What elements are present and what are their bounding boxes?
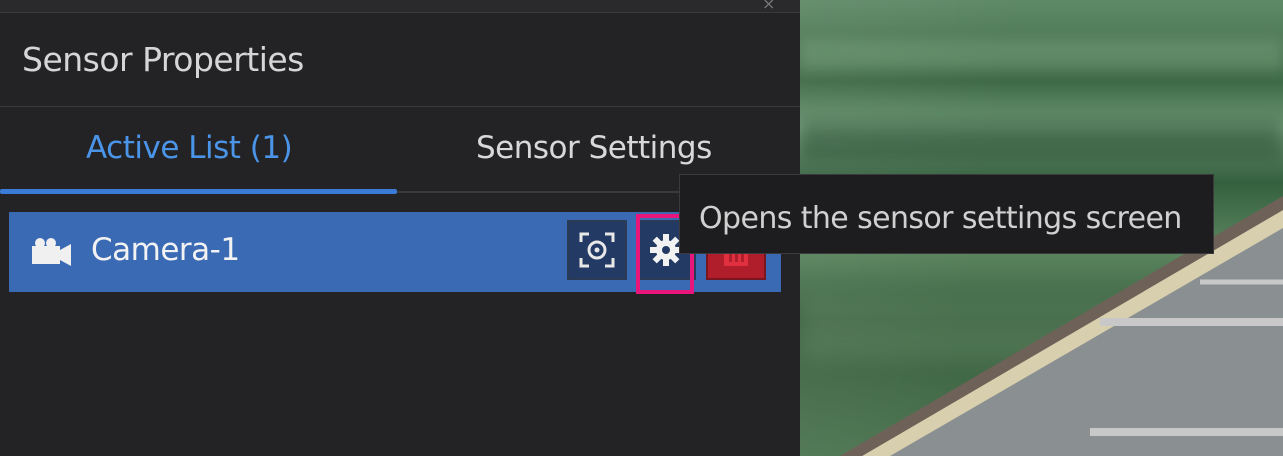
camera-icon [32, 238, 71, 266]
divider [0, 106, 800, 107]
panel-header-bar: × [0, 0, 800, 13]
focus-target-icon [579, 232, 615, 268]
panel-title: Sensor Properties [22, 40, 304, 79]
sensor-name: Camera-1 [91, 232, 240, 268]
tab-active-list[interactable]: Active List (1) [86, 130, 293, 166]
close-icon[interactable]: × [762, 0, 775, 13]
sensor-row-camera-1[interactable]: Camera-1 [9, 212, 781, 292]
active-tab-indicator [0, 189, 397, 194]
focus-sensor-button[interactable] [567, 220, 627, 280]
tooltip: Opens the sensor settings screen [679, 174, 1214, 254]
tab-sensor-settings[interactable]: Sensor Settings [476, 130, 712, 166]
